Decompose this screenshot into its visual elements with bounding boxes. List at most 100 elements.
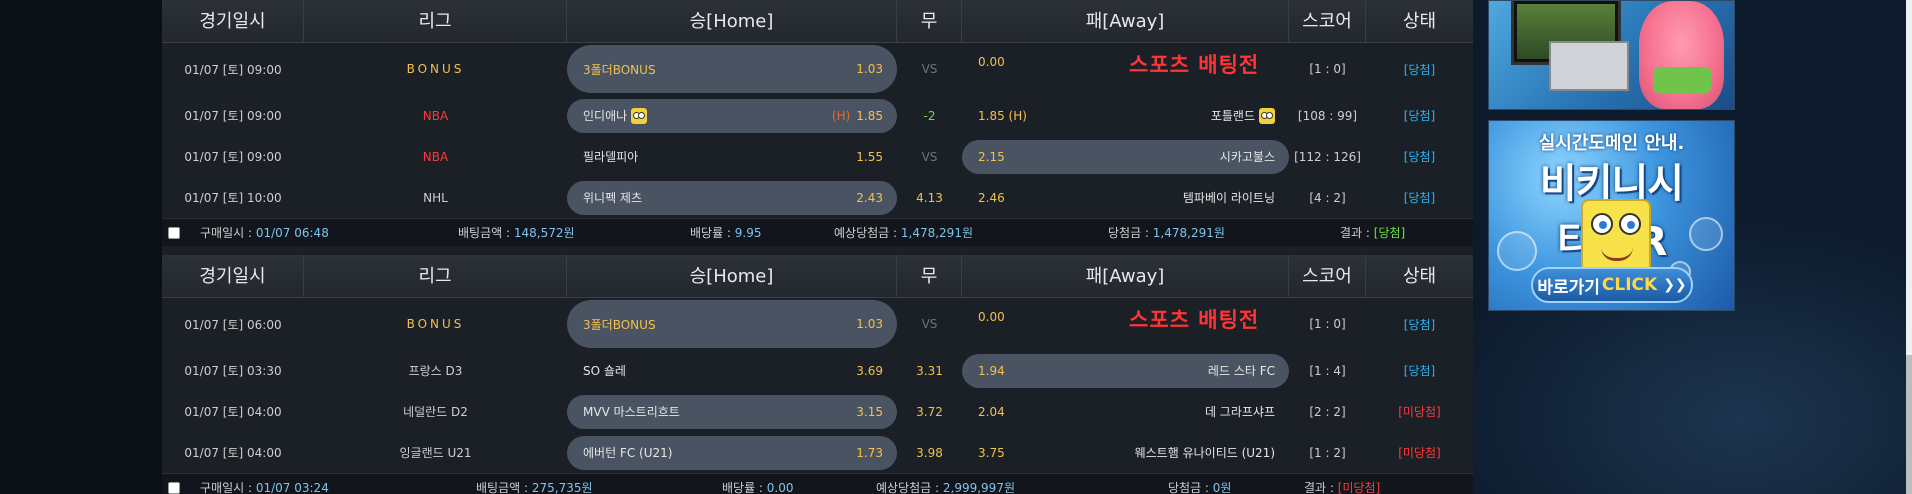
buy-time-label: 구매일시 : (200, 481, 256, 494)
away-pick[interactable]: 2.46 템파베이 라이트닝 (962, 181, 1289, 215)
home-team: 3폴더BONUS (583, 317, 656, 332)
home-team: 인디애나 (583, 107, 832, 125)
buy-time: 구매일시 : 01/07 03:24 (200, 474, 329, 494)
col-away: 패[Away] (962, 0, 1289, 43)
table-header: 경기일시 리그 승[Home] 무 패[Away] 스코어 상태 (162, 0, 1473, 43)
draw-odd[interactable]: 3.72 (897, 391, 962, 432)
home-team-name: 인디애나 (583, 108, 628, 123)
league: NBA (422, 108, 449, 123)
status-badge: [당첨] (1403, 364, 1436, 378)
draw-odd[interactable]: VS (897, 298, 962, 350)
status-badge: [당첨] (1403, 191, 1436, 205)
home-odd: 1.55 (856, 149, 883, 164)
bet-history-board: 경기일시 리그 승[Home] 무 패[Away] 스코어 상태 01/07 [… (162, 0, 1473, 494)
patrick-star-icon (1639, 1, 1724, 109)
win-amount: 당첨금 : 0원 (1168, 474, 1231, 494)
away-pick[interactable]: 3.75 웨스트햄 유나이티드 (U21) (962, 436, 1289, 470)
status-badge: [미당첨] (1398, 405, 1441, 419)
col-league: 리그 (304, 255, 567, 298)
draw-odd[interactable]: 3.98 (897, 432, 962, 473)
home-pick[interactable]: 위니펙 제츠 2.43 (567, 180, 897, 215)
home-team: 위니펙 제츠 (583, 191, 643, 205)
home-pick[interactable]: 3폴더BONUS 1.03 (567, 45, 897, 93)
table-row: 01/07 [토] 03:30 프랑스 D3 SO 숄레 3.69 3.31 1… (162, 350, 1473, 391)
checkbox-icon[interactable] (168, 227, 180, 239)
draw-odd[interactable]: VS (897, 43, 962, 95)
league: NHL (423, 190, 448, 205)
draw-odd[interactable]: 4.13 (897, 177, 962, 218)
expected-win: 예상당첨금 : 2,999,997원 (876, 474, 1015, 494)
away-odd: 2.46 (978, 190, 1005, 205)
away-pick[interactable]: 1.94 레드 스타 FC (962, 353, 1289, 388)
away-team: 시카고불스 (1219, 150, 1275, 164)
result-label: 결과 : (1304, 481, 1338, 494)
status-badge: [당첨] (1403, 317, 1436, 332)
expected-win-value: 1,478,291원 (900, 226, 973, 240)
home-odd: 3.69 (856, 363, 883, 378)
click-label: CLICK (1601, 275, 1658, 295)
score: [112 : 126] (1294, 149, 1361, 164)
league: BONUS (406, 62, 465, 76)
home-team: 에버턴 FC (U21) (583, 446, 673, 460)
result-value: [당첨] (1373, 226, 1406, 240)
buy-time-value: 01/07 06:48 (255, 226, 329, 240)
bet-amount-value: 148,572원 (513, 226, 575, 240)
away-team: 데 그라프샤프 (1204, 405, 1275, 419)
score: [4 : 2] (1309, 190, 1346, 205)
checkbox-icon[interactable] (168, 482, 180, 494)
score: [2 : 2] (1309, 404, 1346, 419)
home-odd: 1.85 (856, 108, 883, 123)
buy-time-label: 구매일시 : (200, 226, 256, 240)
away-pick[interactable]: 1.85 (H) 포틀랜드 (962, 99, 1289, 133)
odds-rate: 배당률 : 9.95 (690, 219, 762, 247)
away-odd: 3.75 (978, 445, 1005, 460)
result: 결과 : [당첨] (1340, 219, 1405, 247)
home-pick[interactable]: MVV 마스트리흐트 3.15 (567, 394, 897, 429)
col-date: 경기일시 (162, 0, 304, 43)
home-odd: 1.03 (856, 62, 883, 76)
home-pick[interactable]: 에버턴 FC (U21) 1.73 (567, 435, 897, 470)
away-team: 웨스트햄 유나이티드 (U21) (1134, 446, 1275, 460)
away-odd: 0.00 (978, 55, 1005, 69)
home-odd: 3.15 (856, 404, 883, 419)
home-pick[interactable]: 필라델피아 1.55 (567, 140, 897, 174)
draw-odd[interactable]: 3.31 (897, 350, 962, 391)
result-value: [미당첨] (1337, 481, 1381, 494)
table-row: 01/07 [토] 09:00 NBA 필라델피아 1.55 VS 2.15 시… (162, 136, 1473, 177)
score: [1 : 4] (1309, 363, 1346, 378)
win-amount-label: 당첨금 : (1168, 481, 1213, 494)
draw-odd[interactable]: VS (897, 136, 962, 177)
status-badge: [당첨] (1403, 62, 1436, 77)
ad-banner-top[interactable] (1488, 0, 1735, 110)
home-pick[interactable]: 인디애나 (H) 1.85 (567, 98, 897, 133)
home-odd: 2.43 (856, 190, 883, 205)
match-date: 01/07 [토] 09:00 (184, 62, 282, 77)
odds-rate-label: 배당률 : (722, 481, 767, 494)
match-date: 01/07 [토] 09:00 (184, 150, 282, 164)
home-pick[interactable]: 3폴더BONUS 1.03 (567, 300, 897, 348)
away-odd: 1.85 (H) (978, 108, 1027, 123)
away-pick[interactable]: 2.04 데 그라프샤프 (962, 395, 1289, 429)
domain-notice-banner[interactable]: 실시간도메인 안내. 비키니시티.KR 바로가기 CLICK ❯❯ (1488, 120, 1735, 311)
odds-rate-value: 9.95 (734, 226, 762, 240)
buy-time-value: 01/07 03:24 (255, 481, 329, 494)
away-team: 포틀랜드 (1037, 107, 1275, 125)
col-league: 리그 (304, 0, 567, 43)
match-date: 01/07 [토] 09:00 (184, 109, 282, 123)
col-score: 스코어 (1289, 255, 1366, 298)
handicap-value[interactable]: -2 (897, 95, 962, 136)
col-status: 상태 (1402, 266, 1437, 287)
home-team: MVV 마스트리흐트 (583, 405, 680, 419)
bet-slip-1: 경기일시 리그 승[Home] 무 패[Away] 스코어 상태 01/07 [… (162, 0, 1473, 246)
table-row: 01/07 [토] 09:00 NBA 인디애나 (H) 1.85 -2 1.8… (162, 95, 1473, 136)
bet-amount-label: 배팅금액 : (476, 481, 532, 494)
table-row: 01/07 [토] 04:00 네덜란드 D2 MVV 마스트리흐트 3.15 … (162, 391, 1473, 432)
go-now-button[interactable]: 바로가기 CLICK ❯❯ (1531, 267, 1693, 303)
home-pick[interactable]: SO 숄레 3.69 (567, 354, 897, 388)
handicap-mark: (H) (831, 108, 851, 123)
away-pick[interactable]: 2.15 시카고불스 (962, 139, 1289, 174)
away-team: 레드 스타 FC (1207, 364, 1275, 378)
scrollbar-thumb[interactable] (1906, 355, 1912, 494)
odds-rate-label: 배당률 : (690, 226, 735, 240)
league: 네덜란드 D2 (403, 405, 468, 419)
